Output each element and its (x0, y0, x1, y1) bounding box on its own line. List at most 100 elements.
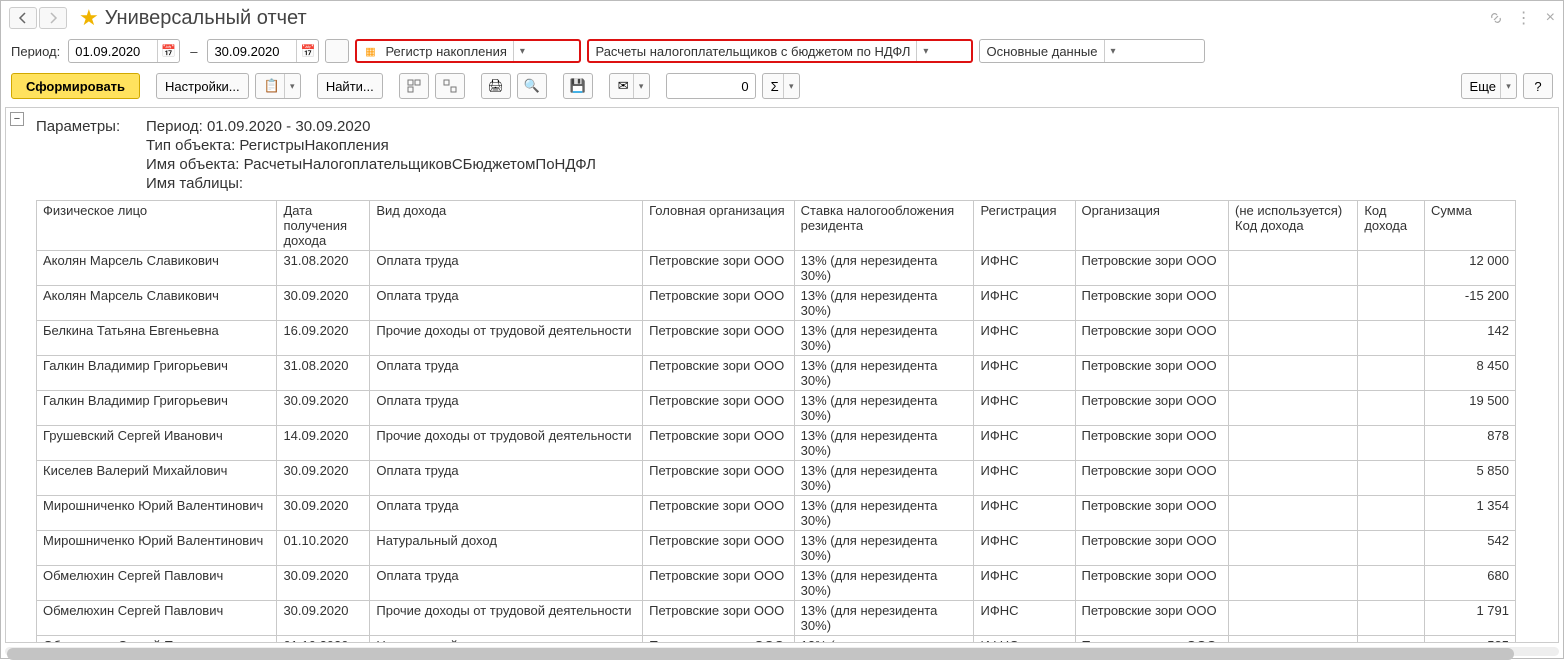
chevron-down-icon[interactable]: ▾ (916, 41, 934, 61)
settings-button[interactable]: Настройки... (156, 73, 249, 99)
table-cell: 13% (для нерезидента 30%) (794, 496, 974, 531)
table-cell: ИФНС (974, 496, 1075, 531)
table-cell: Аколян Марсель Славикович (37, 251, 277, 286)
table-cell: ИФНС (974, 251, 1075, 286)
table-cell: ИФНС (974, 566, 1075, 601)
table-row[interactable]: Грушевский Сергей Иванович14.09.2020Проч… (37, 426, 1516, 461)
table-cell: Прочие доходы от трудовой деятельности (370, 601, 643, 636)
table-cell: Петровские зори ООО (643, 251, 795, 286)
table-row[interactable]: Аколян Марсель Славикович30.09.2020Оплат… (37, 286, 1516, 321)
help-button[interactable]: ? (1523, 73, 1553, 99)
table-cell: 13% (для нерезидента 30%) (794, 321, 974, 356)
table-row[interactable]: Мирошниченко Юрий Валентинович30.09.2020… (37, 496, 1516, 531)
print-button[interactable]: 🖨 (481, 73, 511, 99)
table-cell (1358, 251, 1425, 286)
calendar-icon[interactable]: 📅 (157, 40, 179, 62)
table-cell: Оплата труда (370, 461, 643, 496)
params-line: Имя таблицы: (146, 175, 243, 192)
table-cell: Оплата труда (370, 566, 643, 601)
chevron-down-icon[interactable]: ▾ (1500, 74, 1516, 98)
table-row[interactable]: Обмелюхин Сергей Павлович30.09.2020Оплат… (37, 566, 1516, 601)
date-to-field[interactable]: 📅 (207, 39, 319, 63)
table-cell: 13% (для нерезидента 30%) (794, 636, 974, 643)
date-from-input[interactable] (69, 44, 157, 59)
print-preview-button[interactable]: 🔍 (517, 73, 547, 99)
table-cell: ИФНС (974, 461, 1075, 496)
more-button[interactable]: Еще▾ (1461, 73, 1517, 99)
chevron-down-icon[interactable]: ▾ (783, 74, 799, 98)
date-from-field[interactable]: 📅 (68, 39, 180, 63)
chevron-down-icon[interactable]: ▾ (1104, 40, 1122, 62)
table-row[interactable]: Аколян Марсель Славикович31.08.2020Оплат… (37, 251, 1516, 286)
table-cell: ИФНС (974, 601, 1075, 636)
table-cell: Петровские зори ООО (643, 566, 795, 601)
generate-button[interactable]: Сформировать (11, 73, 140, 99)
chevron-down-icon[interactable]: ▾ (633, 74, 649, 98)
table-row[interactable]: Обмелюхин Сергей Павлович30.09.2020Прочи… (37, 601, 1516, 636)
table-cell: 13% (для нерезидента 30%) (794, 356, 974, 391)
scrollbar-thumb[interactable] (7, 648, 1514, 660)
table-row[interactable]: Обмелюхин Сергей Павлович01.10.2020Натур… (37, 636, 1516, 643)
table-row[interactable]: Киселев Валерий Михайлович30.09.2020Опла… (37, 461, 1516, 496)
link-icon[interactable] (1488, 10, 1504, 26)
table-name-combo[interactable]: Основные данные ▾ (979, 39, 1205, 63)
table-cell: ИФНС (974, 286, 1075, 321)
table-cell: 13% (для нерезидента 30%) (794, 531, 974, 566)
forward-button[interactable] (39, 7, 67, 29)
chevron-down-icon[interactable]: ▾ (513, 41, 531, 61)
table-cell (1229, 356, 1358, 391)
table-cell (1229, 601, 1358, 636)
table-row[interactable]: Белкина Татьяна Евгеньевна16.09.2020Проч… (37, 321, 1516, 356)
expand-tree-button[interactable] (399, 73, 429, 99)
chevron-down-icon[interactable]: ▾ (284, 74, 300, 98)
params-line: Имя объекта: РасчетыНалогоплательщиковСБ… (146, 156, 596, 173)
diskette-icon: 💾 (570, 78, 586, 94)
date-to-input[interactable] (208, 44, 296, 59)
table-cell: Петровские зори ООО (1075, 321, 1229, 356)
horizontal-scrollbar[interactable] (5, 647, 1559, 656)
collapse-tree-button[interactable] (435, 73, 465, 99)
table-row[interactable]: Галкин Владимир Григорьевич30.09.2020Опл… (37, 391, 1516, 426)
table-cell: ИФНС (974, 321, 1075, 356)
params-line: Тип объекта: РегистрыНакопления (146, 137, 389, 154)
table-cell: ИФНС (974, 531, 1075, 566)
params-line: Период: 01.09.2020 - 30.09.2020 (146, 118, 370, 135)
filter-bar: Период: 📅 – 📅 ▦ Регистр накопления ▾ Рас… (1, 35, 1563, 69)
col-org: Организация (1075, 201, 1229, 251)
table-cell: Белкина Татьяна Евгеньевна (37, 321, 277, 356)
table-cell: Петровские зори ООО (1075, 601, 1229, 636)
close-icon[interactable]: × (1546, 9, 1555, 27)
table-row[interactable]: Галкин Владимир Григорьевич31.08.2020Опл… (37, 356, 1516, 391)
object-name-combo[interactable]: Расчеты налогоплательщиков с бюджетом по… (587, 39, 973, 63)
back-button[interactable] (9, 7, 37, 29)
tree-collapse-toggle[interactable]: − (10, 112, 24, 126)
report-area[interactable]: − Параметры: Период: 01.09.2020 - 30.09.… (5, 107, 1559, 643)
table-cell: Галкин Владимир Григорьевич (37, 391, 277, 426)
find-button[interactable]: Найти... (317, 73, 383, 99)
col-code: Код дохода (1358, 201, 1425, 251)
table-row[interactable]: Мирошниченко Юрий Валентинович01.10.2020… (37, 531, 1516, 566)
table-cell: Петровские зори ООО (1075, 531, 1229, 566)
sigma-button[interactable]: Σ▾ (762, 73, 800, 99)
table-cell: Мирошниченко Юрий Валентинович (37, 531, 277, 566)
send-button[interactable]: ✉▾ (609, 73, 650, 99)
favorite-star-icon[interactable]: ★ (79, 5, 99, 31)
table-cell: Петровские зори ООО (643, 391, 795, 426)
table-cell: Прочие доходы от трудовой деятельности (370, 426, 643, 461)
table-cell (1229, 426, 1358, 461)
object-type-combo[interactable]: ▦ Регистр накопления ▾ (355, 39, 581, 63)
table-cell: 19 500 (1425, 391, 1516, 426)
paste-icon: 📋 (264, 78, 280, 94)
table-cell: Петровские зори ООО (1075, 251, 1229, 286)
table-cell (1229, 531, 1358, 566)
col-sum: Сумма (1425, 201, 1516, 251)
table-cell: Галкин Владимир Григорьевич (37, 356, 277, 391)
period-picker-button[interactable] (325, 39, 349, 63)
table-cell (1358, 601, 1425, 636)
sum-field[interactable] (666, 73, 756, 99)
variants-button[interactable]: 📋▾ (255, 73, 301, 99)
calendar-icon[interactable]: 📅 (296, 40, 318, 62)
save-button[interactable]: 💾 (563, 73, 593, 99)
kebab-menu-icon[interactable]: ⋮ (1516, 8, 1534, 28)
table-cell: Оплата труда (370, 356, 643, 391)
